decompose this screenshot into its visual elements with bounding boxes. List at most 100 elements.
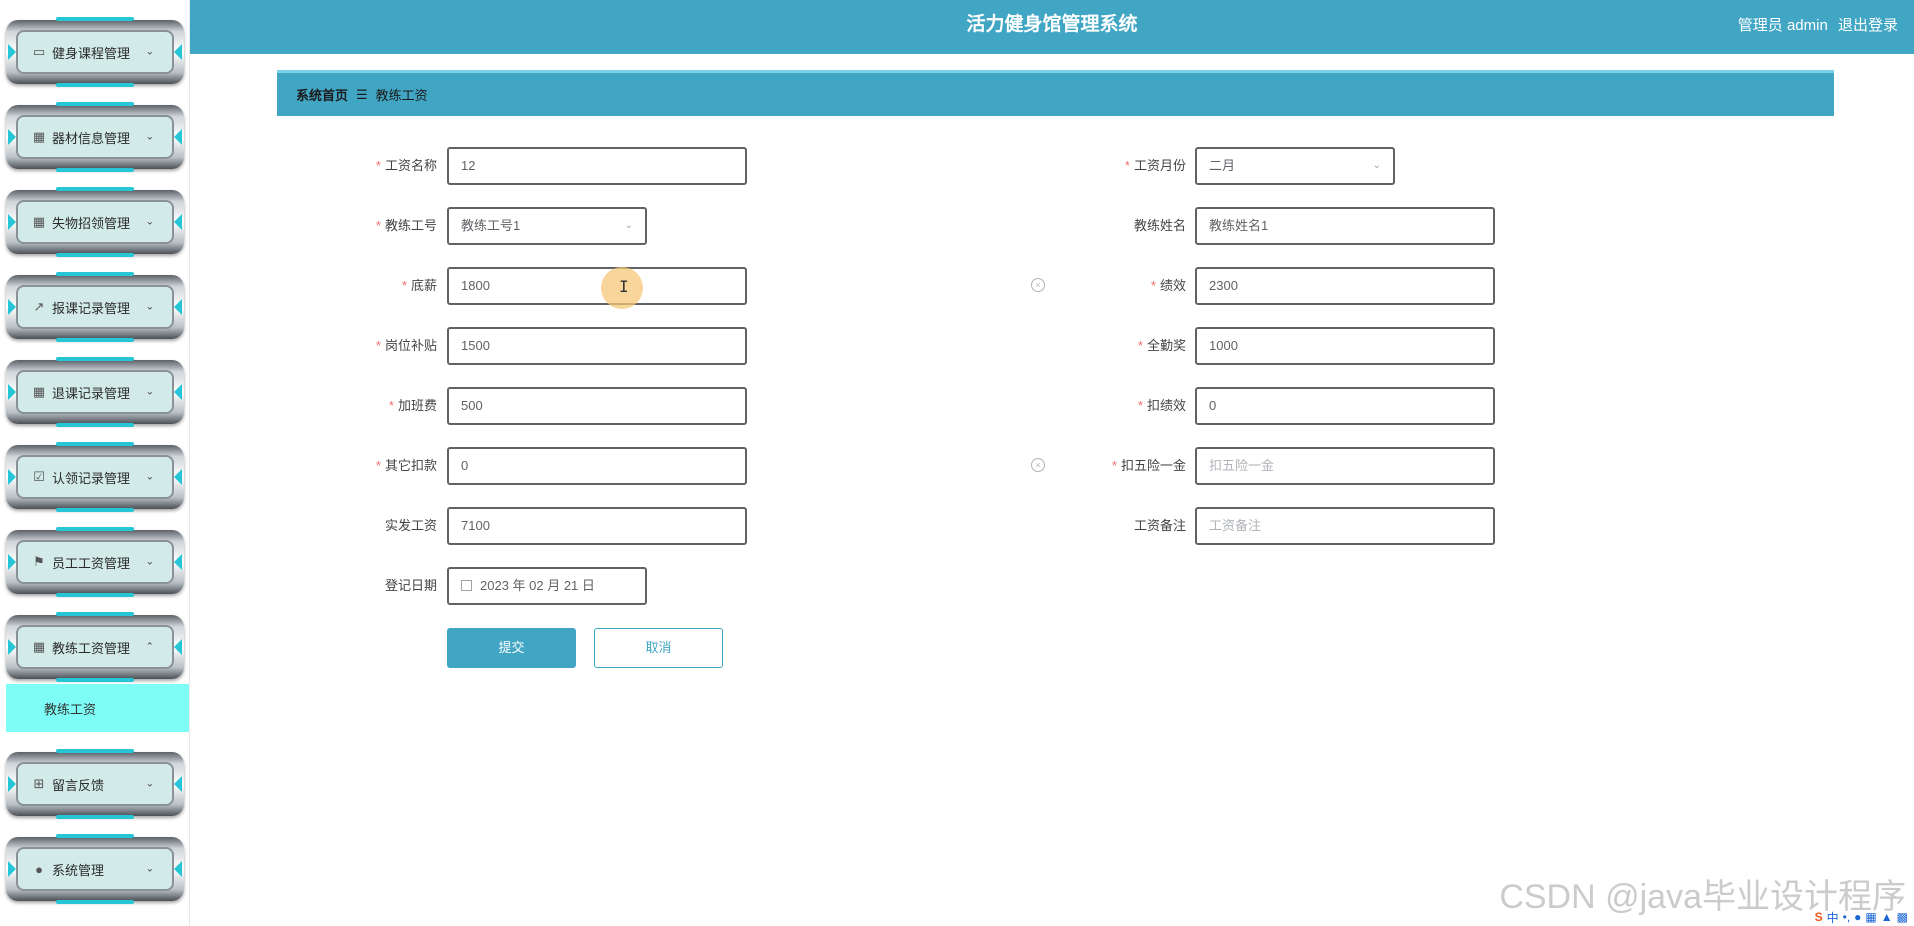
logout-link[interactable]: 退出登录	[1838, 17, 1898, 34]
top-header: 活力健身馆管理系统 管理员 admin 退出登录	[190, 0, 1914, 54]
sidebar-item-label: 报课记录管理	[52, 300, 131, 316]
performance-label: * 绩效	[1150, 278, 1186, 293]
menu-inner: ▦ 失物招领管理 ⌄	[16, 200, 174, 244]
sidebar-item-label: 器材信息管理	[52, 130, 131, 146]
attendance-bonus-label: * 全勤奖	[1137, 338, 1186, 353]
sidebar-item-5[interactable]: ☑ 认领记录管理 ⌄	[6, 442, 184, 512]
salary-name-input[interactable]: 12	[447, 147, 747, 185]
menu-inner: ▦ 退课记录管理 ⌄	[16, 370, 174, 414]
performance-input[interactable]: 2300	[1195, 267, 1495, 305]
chevron-down-icon: ⌄	[145, 471, 154, 483]
sidebar-item-label: 留言反馈	[52, 777, 105, 793]
text-cursor-icon: I	[619, 277, 629, 296]
net-pay-input[interactable]: 7100	[447, 507, 747, 545]
coach-no-select[interactable]: 教练工号1 ⌄	[447, 207, 647, 245]
chevron-down-icon: ⌄	[145, 863, 154, 875]
insurance-deduction-input[interactable]: 扣五险一金	[1195, 447, 1495, 485]
ime-logo-icon: S	[1814, 910, 1823, 924]
apps-icon: ⊞	[33, 776, 45, 791]
other-deduction-label: * 其它扣款	[375, 458, 437, 473]
menu-inner: ▭ 健身课程管理 ⌄	[16, 30, 174, 74]
sidebar-item-label: 系统管理	[52, 862, 105, 878]
breadcrumb-current: 教练工资	[375, 88, 428, 103]
sidebar-item-label: 失物招领管理	[52, 215, 131, 231]
coach-no-label: * 教练工号	[375, 218, 437, 233]
chevron-up-icon: ⌃	[145, 641, 154, 653]
chevron-down-icon: ⌄	[145, 556, 154, 568]
flag-icon: ⚑	[33, 554, 45, 569]
chevron-down-icon: ⌄	[624, 220, 633, 231]
coach-name-input[interactable]: 教练姓名1	[1195, 207, 1495, 245]
menu-inner: ▦ 教练工资管理 ⌃	[16, 625, 174, 669]
shirt-icon[interactable]: ▲	[1881, 910, 1893, 924]
breadcrumb: 系统首页 ☰ 教练工资	[277, 70, 1834, 116]
base-pay-input[interactable]: 1800	[447, 267, 747, 305]
chevron-down-icon: ⌄	[145, 386, 154, 398]
grid-icon: ▦	[32, 129, 46, 144]
admin-username: 管理员 admin	[1737, 17, 1828, 34]
overtime-pay-input[interactable]: 500	[447, 387, 747, 425]
insurance-deduction-label: * 扣五险一金	[1111, 458, 1186, 473]
base-pay-label: * 底薪	[401, 278, 437, 293]
salary-remark-label: 工资备注	[1133, 518, 1186, 533]
microphone-icon[interactable]: ●	[1854, 910, 1861, 924]
menu-inner: ⊞ 留言反馈 ⌄	[16, 762, 174, 806]
calendar-icon	[461, 580, 472, 591]
breadcrumb-separator-icon: ☰	[356, 86, 368, 102]
cancel-button[interactable]: 取消	[594, 628, 723, 668]
sidebar-item-label: 健身课程管理	[52, 45, 131, 61]
sidebar-item-label: 员工工资管理	[52, 555, 131, 571]
submenu-item-label: 教练工资	[44, 701, 97, 717]
salary-month-select[interactable]: 二月 ⌄	[1195, 147, 1395, 185]
chevron-down-icon: ⌄	[145, 131, 154, 143]
submenu-item-coach-salary[interactable]: 教练工资	[6, 684, 189, 732]
sidebar: ▭ 健身课程管理 ⌄ ▦ 器材信息管理 ⌄ ▦ 失物招领管理 ⌄ ↗ 报课记录管理 ⌄ ▦ 退课记录管理 ⌄…	[0, 0, 190, 926]
post-allowance-label: * 岗位补贴	[375, 338, 437, 353]
trend-icon: ↗	[33, 299, 45, 314]
menu-inner: ☑ 认领记录管理 ⌄	[16, 455, 174, 499]
attendance-bonus-input[interactable]: 1000	[1195, 327, 1495, 365]
performance-deduction-input[interactable]: 0	[1195, 387, 1495, 425]
chevron-down-icon: ⌄	[145, 216, 154, 228]
grid-icon: ▦	[32, 639, 46, 654]
sidebar-item-label: 退课记录管理	[52, 385, 131, 401]
net-pay-label: 实发工资	[384, 518, 437, 533]
salary-month-label: * 工资月份	[1124, 158, 1186, 173]
app-title: 活力健身馆管理系统	[966, 14, 1138, 35]
clear-icon[interactable]: ×	[1031, 278, 1045, 292]
sidebar-item-0[interactable]: ▭ 健身课程管理 ⌄	[6, 17, 184, 87]
menu-inner: ● 系统管理 ⌄	[16, 847, 174, 891]
sidebar-item-1[interactable]: ▦ 器材信息管理 ⌄	[6, 102, 184, 172]
grid-icon: ▦	[32, 214, 46, 229]
salary-name-label: * 工资名称	[375, 158, 437, 173]
sidebar-item-2[interactable]: ▦ 失物招领管理 ⌄	[6, 187, 184, 257]
menu-inner: ⚑ 员工工资管理 ⌄	[16, 540, 174, 584]
keyboard-icon[interactable]: ▦	[1865, 910, 1876, 924]
performance-deduction-label: * 扣绩效	[1137, 398, 1186, 413]
coach-name-label: 教练姓名	[1133, 218, 1186, 233]
bulb-icon: ●	[35, 861, 43, 877]
punctuation-icon[interactable]: •,	[1843, 910, 1851, 924]
post-allowance-input[interactable]: 1500	[447, 327, 747, 365]
sidebar-item-6[interactable]: ⚑ 员工工资管理 ⌄	[6, 527, 184, 597]
sidebar-item-4[interactable]: ▦ 退课记录管理 ⌄	[6, 357, 184, 427]
sidebar-item-3[interactable]: ↗ 报课记录管理 ⌄	[6, 272, 184, 342]
grid-icon: ▦	[32, 384, 46, 399]
sidebar-item-7[interactable]: ▦ 教练工资管理 ⌃	[6, 612, 184, 682]
submit-button[interactable]: 提交	[447, 628, 576, 668]
sidebar-item-9[interactable]: ● 系统管理 ⌄	[6, 834, 184, 904]
salary-remark-input[interactable]: 工资备注	[1195, 507, 1495, 545]
register-date-picker[interactable]: 2023 年 02 月 21 日	[447, 567, 647, 605]
menu-inner: ↗ 报课记录管理 ⌄	[16, 285, 174, 329]
chevron-down-icon: ⌄	[145, 301, 154, 313]
ime-language-indicator[interactable]: 中	[1827, 909, 1839, 926]
chevron-down-icon: ⌄	[145, 778, 154, 790]
clear-icon[interactable]: ×	[1031, 458, 1045, 472]
apps-icon[interactable]: ▩	[1897, 910, 1908, 924]
menu-inner: ▦ 器材信息管理 ⌄	[16, 115, 174, 159]
sidebar-item-label: 教练工资管理	[52, 640, 131, 656]
breadcrumb-home[interactable]: 系统首页	[296, 85, 348, 104]
chevron-down-icon: ⌄	[1372, 160, 1381, 171]
sidebar-item-8[interactable]: ⊞ 留言反馈 ⌄	[6, 749, 184, 819]
other-deduction-input[interactable]: 0	[447, 447, 747, 485]
